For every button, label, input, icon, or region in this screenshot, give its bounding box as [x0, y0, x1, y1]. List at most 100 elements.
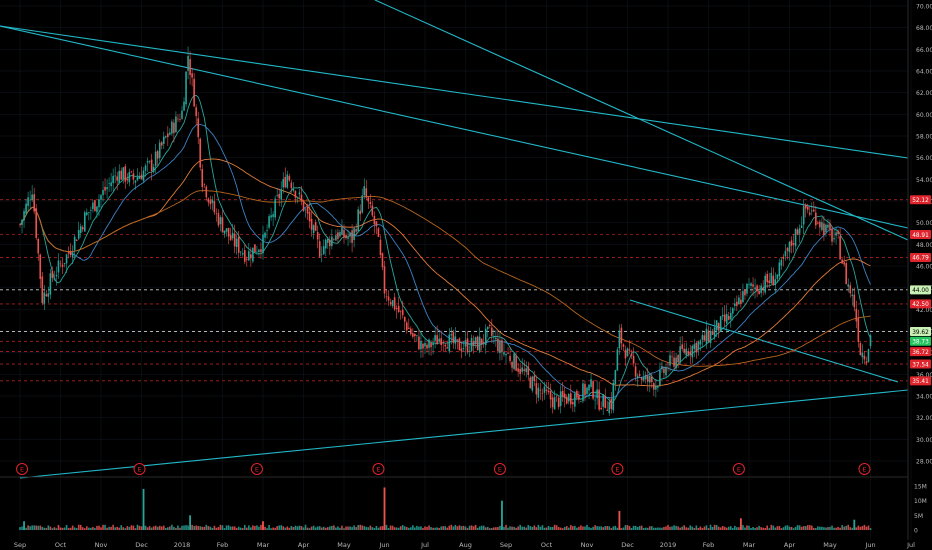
volume-bar — [65, 524, 68, 530]
volume-bar — [177, 525, 179, 530]
volume-bar — [567, 527, 570, 530]
candle-body — [329, 239, 331, 247]
price-label-text: 36.72 — [912, 350, 929, 356]
candle-body — [746, 283, 748, 294]
volume-bar — [545, 527, 548, 530]
volume-bar — [81, 527, 84, 530]
volume-bar — [276, 526, 278, 530]
candle-body — [201, 169, 204, 188]
volume-bar — [855, 527, 858, 530]
volume-bar — [377, 527, 380, 530]
volume-bar — [67, 528, 70, 530]
price-tick-label: 56.00 — [916, 155, 932, 162]
earnings-marker[interactable]: E — [611, 463, 624, 475]
volume-bar — [304, 524, 307, 530]
volume-bar — [33, 525, 35, 530]
time-tick-label: 2018 — [174, 541, 191, 549]
candle-body — [695, 342, 698, 353]
volume-bar — [403, 526, 406, 530]
candle-body — [602, 394, 604, 407]
volume-bar — [96, 525, 98, 530]
volume-bar — [284, 527, 287, 530]
candle-body — [823, 223, 825, 235]
candle-body — [211, 199, 214, 204]
volume-bar — [626, 525, 629, 530]
candle-body — [75, 239, 78, 241]
candle-body — [98, 199, 100, 208]
earnings-marker[interactable]: E — [16, 463, 29, 475]
earnings-marker[interactable]: E — [858, 463, 871, 475]
volume-bar — [584, 526, 586, 530]
candle-body — [385, 296, 388, 298]
volume-bar — [393, 527, 396, 530]
stock-chart[interactable]: E E E E E E E E 70.00 68.00 66.00 64.00 62.00 60.00 5… — [0, 0, 932, 550]
volume-bar — [399, 526, 402, 530]
volume-bar — [551, 526, 554, 530]
candle-body — [282, 178, 285, 188]
candle-body — [434, 335, 436, 341]
candle-body — [677, 355, 679, 363]
volume-bar — [51, 528, 54, 530]
candle-body — [484, 328, 487, 346]
volume-bar — [292, 527, 295, 530]
candle-body — [424, 342, 426, 347]
price-tick-label: 50.00 — [916, 220, 932, 227]
candle-body — [227, 227, 230, 237]
earnings-marker-label: E — [862, 466, 866, 474]
candle-body — [501, 340, 503, 353]
volume-bar — [462, 525, 465, 530]
candle-body — [831, 228, 833, 242]
volume-bar — [644, 527, 647, 530]
volume-bar — [642, 527, 645, 530]
candle-body — [804, 204, 807, 209]
volume-bar — [428, 525, 430, 530]
volume-bar — [27, 525, 29, 530]
candle-body — [217, 213, 220, 226]
candle-body — [725, 313, 728, 324]
volume-spike-bar — [189, 515, 191, 530]
volume-bar — [156, 526, 159, 530]
candle-body — [707, 330, 710, 342]
candle-body — [701, 335, 704, 340]
candle-body — [408, 327, 410, 329]
volume-bar — [705, 525, 708, 530]
candle-body — [185, 71, 187, 105]
volume-bar — [561, 528, 564, 530]
volume-bar — [464, 526, 467, 530]
volume-bar — [446, 527, 449, 530]
volume-bar — [531, 526, 534, 530]
candle-body — [582, 383, 584, 402]
candle-body — [557, 397, 560, 408]
time-tick-label: Feb — [217, 541, 229, 549]
volume-bar — [486, 526, 489, 530]
candle-body — [86, 212, 88, 215]
volume-bar — [209, 526, 212, 530]
candle-body — [43, 292, 46, 304]
candle-body — [713, 327, 716, 337]
candle-body — [274, 198, 276, 218]
candle-body — [715, 320, 718, 331]
candle-body — [114, 175, 116, 177]
earnings-marker[interactable]: E — [133, 463, 146, 475]
candle-body — [371, 205, 374, 216]
volume-bar — [43, 527, 46, 530]
candle-body — [379, 240, 382, 255]
candle-body — [802, 206, 805, 225]
earnings-marker[interactable]: E — [372, 463, 385, 475]
volume-bar — [582, 526, 584, 530]
earnings-marker[interactable]: E — [250, 463, 263, 475]
volume-bar — [235, 528, 238, 530]
earnings-marker[interactable]: E — [732, 463, 745, 475]
candle-body — [489, 324, 491, 327]
time-tick-label: Feb — [703, 541, 715, 549]
time-tick-label: Aug — [459, 541, 472, 549]
candle-body — [598, 389, 600, 410]
volume-bar — [258, 526, 260, 530]
volume-bar — [511, 526, 513, 530]
candle-body — [37, 239, 40, 254]
candle-body — [833, 238, 835, 240]
volume-bar — [385, 524, 388, 530]
earnings-marker[interactable]: E — [493, 463, 506, 475]
volume-bar — [659, 527, 661, 530]
volume-bar — [327, 527, 329, 530]
